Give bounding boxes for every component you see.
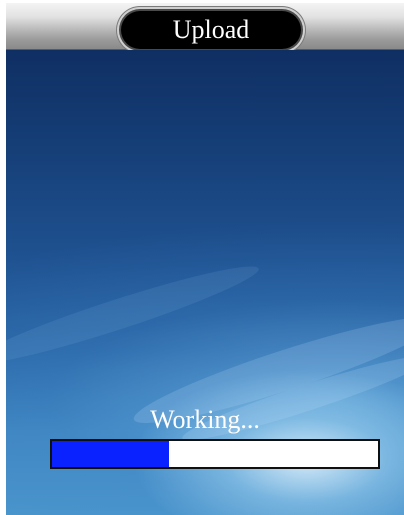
- status-label: Working...: [150, 405, 260, 434]
- light-streak: [6, 254, 264, 376]
- title-pill: Upload: [121, 11, 301, 49]
- wallpaper-background: Working...: [6, 50, 404, 515]
- progress-bar: [50, 439, 380, 469]
- progress-fill: [52, 441, 170, 467]
- screen-title: Upload: [172, 15, 250, 44]
- title-bar: Upload: [6, 3, 404, 50]
- device-frame: Upload Working...: [0, 0, 404, 515]
